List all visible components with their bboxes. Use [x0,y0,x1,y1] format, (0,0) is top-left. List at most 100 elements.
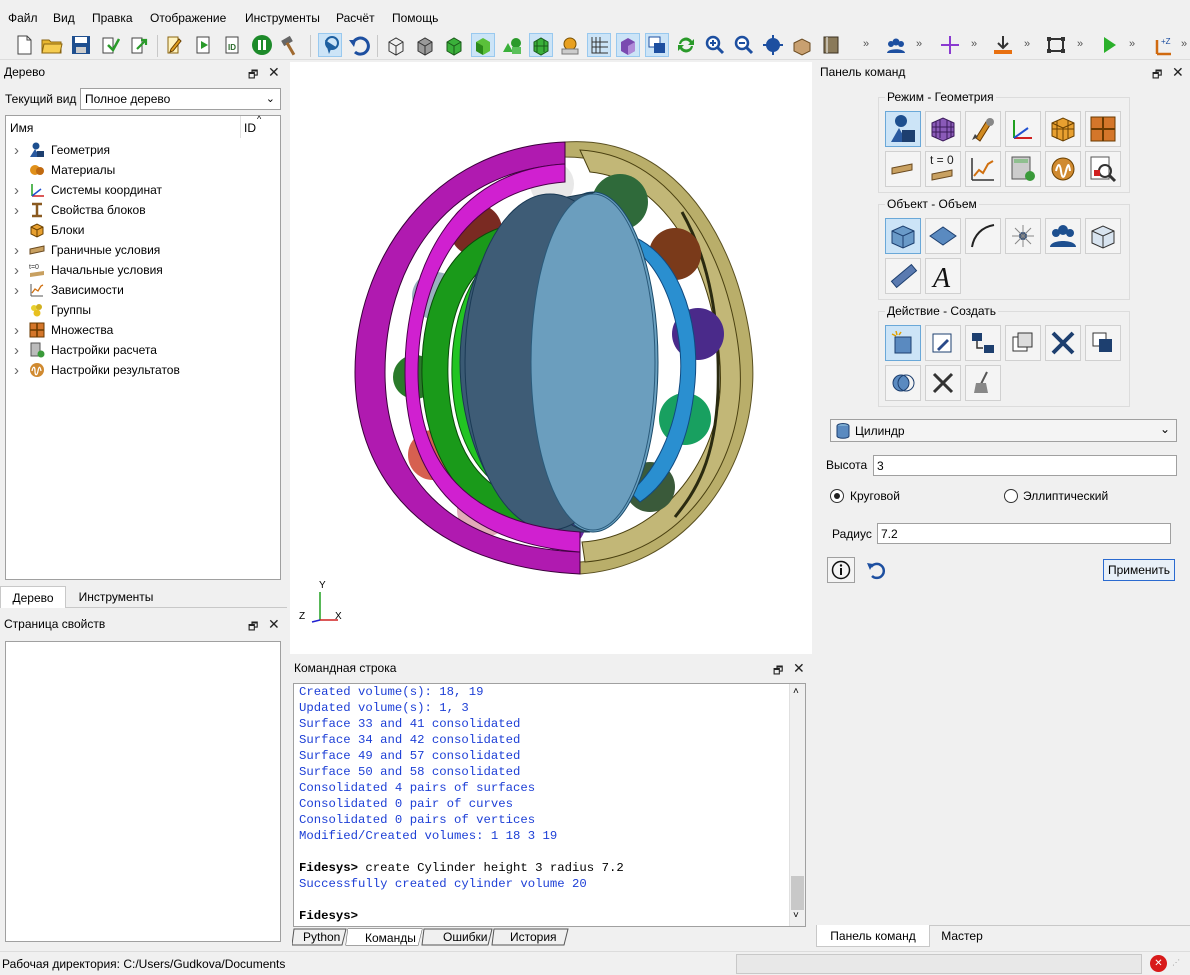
float-icon[interactable]: 🗗 [773,662,783,681]
open-folder-icon[interactable] [40,33,64,57]
tab-command-panel[interactable]: Панель команд [816,925,930,947]
coordinate-mode-button[interactable] [1005,111,1041,147]
geometry-mode-button[interactable] [885,111,921,147]
refresh-icon[interactable] [674,33,698,57]
tab-tools[interactable]: Инструменты [68,586,164,608]
float-icon[interactable]: 🗗 [248,618,258,637]
expand-arrow-icon[interactable]: › [14,262,28,279]
edit-script-icon[interactable] [163,33,187,57]
menu-display[interactable]: Отображение [150,11,226,25]
tab-python[interactable]: Python [303,930,340,944]
tools-button[interactable] [925,365,961,401]
zoom-in-icon[interactable] [703,33,727,57]
resize-grip-icon[interactable]: ⋰ [1172,958,1180,967]
tab-wizard[interactable]: Мастер [932,925,992,947]
tree-item[interactable]: › Зависимости [14,280,124,300]
body-button[interactable] [1085,218,1121,254]
notebook-icon[interactable] [819,33,843,57]
group-object-button[interactable] [1045,218,1081,254]
modify-button[interactable] [925,325,961,361]
tab-history[interactable]: История [510,930,557,944]
command-console[interactable]: Created volume(s): 18, 19 Updated volume(… [293,683,806,927]
expand-arrow-icon[interactable]: › [14,362,28,379]
menu-help[interactable]: Помощь [392,11,438,25]
hidden-line-cube-icon[interactable] [413,33,437,57]
volume-button[interactable] [885,218,921,254]
results-view-button[interactable] [1085,151,1121,187]
frame-icon[interactable] [1044,33,1068,57]
new-file-icon[interactable] [12,33,36,57]
tab-errors[interactable]: Ошибки [443,930,488,944]
tree-item[interactable]: › Настройки результатов [14,360,180,380]
expand-arrow-icon[interactable]: › [14,182,28,199]
measure-button[interactable] [885,258,921,294]
error-indicator-icon[interactable]: ✕ [1150,955,1167,972]
tree-item[interactable]: › Системы координат [14,180,162,200]
light-icon[interactable] [558,33,582,57]
column-header-name[interactable]: Имя [10,121,33,135]
zoom-out-icon[interactable] [732,33,756,57]
create-button[interactable] [885,325,921,361]
expand-arrow-icon[interactable]: › [14,322,28,339]
crosshair-icon[interactable] [938,33,962,57]
save-icon[interactable] [69,33,93,57]
vertex-button[interactable] [1005,218,1041,254]
perspective-cube-icon[interactable] [616,33,640,57]
cleanup-button[interactable] [965,365,1001,401]
dependencies-mode-button[interactable] [965,151,1001,187]
apply-button[interactable]: Применить [1103,559,1175,581]
fit-view-icon[interactable] [761,33,785,57]
radio-circular[interactable] [830,489,844,503]
boolean-button[interactable] [1085,325,1121,361]
height-input[interactable] [873,455,1177,476]
z-axis-icon[interactable]: +Z [1150,33,1174,57]
blocks-mode-button[interactable] [1045,111,1081,147]
id-script-icon[interactable]: ID [221,33,245,57]
tab-commands[interactable]: Команды [365,931,416,945]
menu-edit[interactable]: Правка [92,11,133,25]
info-button[interactable] [827,557,855,583]
expand-arrow-icon[interactable]: › [14,142,28,159]
result-settings-button[interactable] [1045,151,1081,187]
menu-tools[interactable]: Инструменты [245,11,320,25]
sets-mode-button[interactable] [1085,111,1121,147]
radius-input[interactable] [877,523,1171,544]
tab-tree[interactable]: Дерево [0,586,66,608]
expand-arrow-icon[interactable]: › [14,342,28,359]
scroll-down-icon[interactable]: ˅ [793,910,799,921]
float-icon[interactable]: 🗗 [248,66,258,85]
curve-button[interactable] [965,218,1001,254]
expand-arrow-icon[interactable]: › [14,282,28,299]
column-header-id[interactable]: ID [244,121,256,135]
delete-button[interactable] [1045,325,1081,361]
surface-button[interactable] [925,218,961,254]
radio-elliptic[interactable] [1004,489,1018,503]
import-icon[interactable] [127,33,151,57]
expand-arrow-icon[interactable]: › [14,242,28,259]
tree-item[interactable]: › Множества [14,320,113,340]
webcut-button[interactable] [885,365,921,401]
close-icon[interactable]: ✕ [1172,64,1184,81]
viewport-3d[interactable]: Y X Z [290,62,812,654]
current-view-select[interactable]: Полное дерево ⌄ [80,88,281,110]
select-pointer-icon[interactable] [318,33,342,57]
hammer-icon[interactable] [279,33,303,57]
menu-calculation[interactable]: Расчёт [336,11,375,25]
calc-settings-button[interactable] [1005,151,1041,187]
pause-icon[interactable] [250,33,274,57]
scroll-thumb[interactable] [791,876,804,910]
materials-mode-button[interactable] [965,111,1001,147]
mesh-mode-button[interactable] [925,111,961,147]
menu-view[interactable]: Вид [53,11,75,25]
close-icon[interactable]: ✕ [268,64,280,81]
shape-select[interactable]: Цилиндр ⌄ [830,419,1177,442]
mesh-cube-icon[interactable] [529,33,553,57]
undo-icon[interactable] [347,33,371,57]
run-script-icon[interactable] [192,33,216,57]
groups-toolbar-icon[interactable] [884,33,908,57]
tree-item[interactable]: Блоки [14,220,85,240]
scroll-up-icon[interactable]: ˄ [793,686,799,697]
copy-button[interactable] [1005,325,1041,361]
run-calculation-icon[interactable] [1097,33,1121,57]
window-cascade-icon[interactable] [645,33,669,57]
